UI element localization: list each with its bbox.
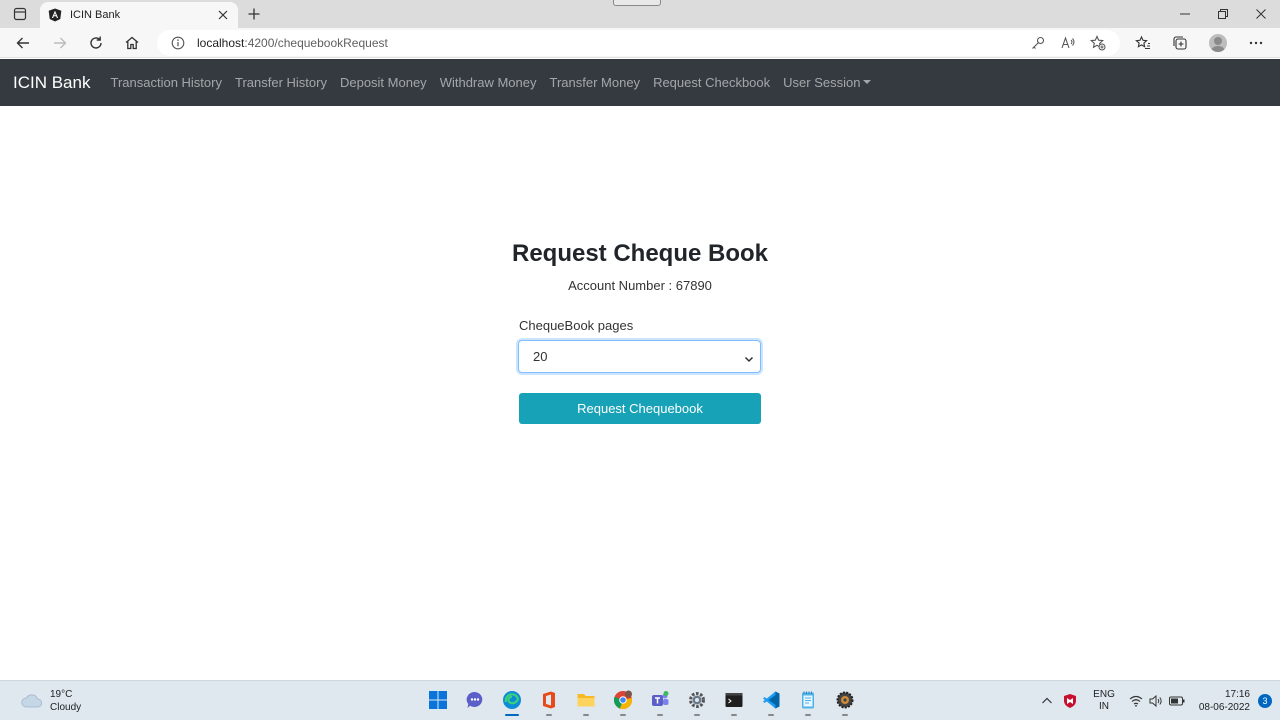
system-tray: ENG IN 17:16 08-06-2022 3 [1041, 681, 1280, 720]
nav-user-session-dropdown[interactable]: User Session [783, 75, 872, 90]
running-indicator [768, 714, 774, 716]
url-host: localhost [197, 36, 245, 50]
add-favorite-icon[interactable] [1090, 35, 1106, 54]
cloud-icon [20, 693, 44, 709]
app-gear-icon[interactable] [833, 687, 857, 716]
close-tab-icon[interactable] [216, 8, 230, 22]
active-indicator [505, 714, 519, 716]
vscode-icon[interactable] [759, 687, 783, 716]
settings-gear-icon[interactable] [685, 687, 709, 716]
taskbar-apps [426, 687, 857, 716]
favorites-icon[interactable] [1131, 31, 1155, 55]
clock[interactable]: 17:16 08-06-2022 [1199, 688, 1250, 714]
running-indicator [805, 714, 811, 716]
home-icon[interactable] [120, 31, 144, 55]
running-indicator [546, 714, 552, 716]
lang-top: ENG [1093, 689, 1115, 700]
forward-icon[interactable] [48, 31, 72, 55]
browser-toolbar: localhost:4200/chequebookRequest [0, 28, 1280, 58]
terminal-icon[interactable] [722, 687, 746, 716]
back-icon[interactable] [11, 31, 35, 55]
battery-icon[interactable] [1168, 696, 1185, 706]
lang-bottom: IN [1099, 701, 1109, 712]
account-number: Account Number : 67890 [568, 278, 712, 293]
nav-withdraw-money[interactable]: Withdraw Money [440, 75, 537, 90]
more-options-icon[interactable] [1244, 31, 1268, 55]
running-indicator [657, 714, 663, 716]
edge-icon[interactable] [500, 687, 524, 716]
nav-deposit-money[interactable]: Deposit Money [340, 75, 427, 90]
running-indicator [694, 714, 700, 716]
main-content: Request Cheque Book Account Number : 678… [0, 106, 1280, 680]
running-indicator [842, 714, 848, 716]
start-icon[interactable] [426, 687, 450, 713]
nav-request-checkbook[interactable]: Request Checkbook [653, 75, 770, 90]
site-info-icon[interactable] [171, 36, 185, 50]
address-bar[interactable]: localhost:4200/chequebookRequest [157, 30, 1120, 56]
refresh-icon[interactable] [84, 31, 108, 55]
teams-icon[interactable] [648, 687, 672, 716]
app-navbar: ICIN Bank Transaction History Transfer H… [0, 59, 1280, 106]
running-indicator [620, 714, 626, 716]
window-drag-handle[interactable] [613, 0, 661, 6]
user-session-label: User Session [783, 75, 861, 90]
collections-icon[interactable] [1168, 31, 1192, 55]
clock-date: 08-06-2022 [1198, 702, 1250, 713]
browser-tab[interactable]: ICIN Bank [40, 2, 238, 28]
clock-time: 17:16 [1224, 689, 1250, 700]
tab-title: ICIN Bank [70, 9, 121, 21]
language-indicator[interactable]: ENG IN [1093, 689, 1115, 713]
chequebook-pages-select[interactable]: 20 [518, 340, 761, 373]
address-bar-actions [1030, 35, 1106, 54]
selected-pages-value: 20 [533, 349, 548, 364]
chat-icon[interactable] [463, 687, 487, 713]
volume-icon[interactable] [1149, 695, 1163, 707]
url-path: :4200/chequebookRequest [244, 36, 388, 50]
new-tab-icon[interactable] [244, 4, 264, 24]
page-title: Request Cheque Book [511, 240, 769, 267]
read-aloud-icon[interactable] [1060, 35, 1076, 54]
chrome-icon[interactable] [611, 687, 635, 716]
file-explorer-icon[interactable] [574, 687, 598, 716]
running-indicator [583, 714, 589, 716]
brand-link[interactable]: ICIN Bank [13, 73, 90, 93]
caret-down-icon [863, 79, 872, 84]
wifi-icon[interactable] [1129, 695, 1143, 707]
notification-badge[interactable]: 3 [1258, 694, 1272, 708]
windows-taskbar: 19°C Cloudy ENG IN 17:16 08-06-2022 3 [0, 680, 1280, 720]
office-icon[interactable] [537, 687, 561, 716]
weather-temp: 19°C [50, 689, 73, 700]
close-window-icon[interactable] [1242, 0, 1280, 28]
avatar [1209, 34, 1227, 52]
nav-transfer-money[interactable]: Transfer Money [550, 75, 641, 90]
nav-transfer-history[interactable]: Transfer History [235, 75, 327, 90]
chevron-down-icon [744, 352, 754, 363]
chevron-up-icon[interactable] [1041, 695, 1053, 707]
restore-icon[interactable] [1204, 0, 1242, 28]
request-chequebook-button[interactable]: Request Chequebook [519, 393, 761, 424]
running-indicator [731, 714, 737, 716]
minimize-icon[interactable] [1166, 0, 1204, 28]
browser-tab-strip: ICIN Bank [0, 0, 1280, 28]
chequebook-pages-label: ChequeBook pages [519, 318, 634, 333]
weather-widget[interactable]: 19°C Cloudy [20, 688, 81, 714]
nav-transaction-history[interactable]: Transaction History [110, 75, 222, 90]
key-icon[interactable] [1030, 35, 1046, 54]
profile-avatar[interactable] [1206, 31, 1230, 55]
angular-favicon-icon [48, 8, 62, 22]
window-controls [1166, 0, 1280, 28]
mcafee-shield-icon[interactable] [1063, 693, 1077, 709]
weather-desc: Cloudy [50, 702, 82, 713]
tab-actions-icon[interactable] [8, 4, 32, 24]
notepad-icon[interactable] [796, 687, 820, 716]
